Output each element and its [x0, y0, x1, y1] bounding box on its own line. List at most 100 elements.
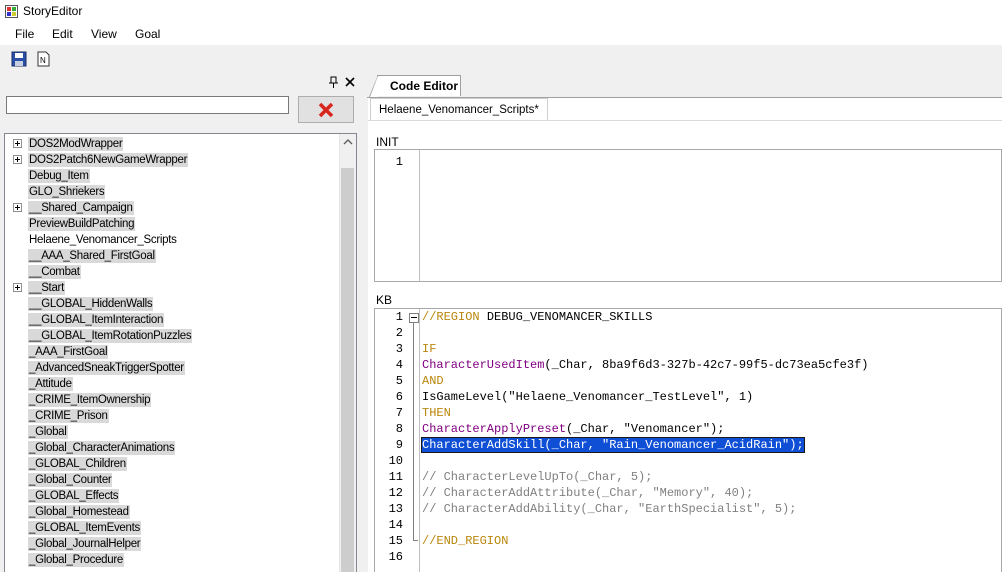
tree-item[interactable]: GLO_Shriekers [5, 184, 341, 200]
code-token: AND [422, 374, 444, 388]
document-tab[interactable]: Helaene_Venomancer_Scripts* [370, 98, 548, 121]
code-line[interactable]: // CharacterAddAbility(_Char, "EarthSpec… [422, 501, 796, 517]
code-token: //END_REGION [422, 534, 509, 548]
window-title: StoryEditor [23, 4, 83, 18]
code-token: // CharacterLevelUpTo(_Char, 5); [422, 470, 653, 484]
init-editor[interactable]: 1 [374, 149, 1002, 282]
tree-item[interactable]: _GLOBAL_ItemEvents [5, 520, 341, 536]
editor-area: Helaene_Venomancer_Scripts* INIT 1 KB 1 /… [368, 98, 1002, 572]
line-number: 6 [395, 390, 403, 404]
tree-item[interactable]: _Attitude [5, 376, 341, 392]
code-line[interactable]: CharacterApplyPreset(_Char, "Venomancer"… [422, 421, 724, 437]
pane-splitter[interactable] [364, 73, 367, 572]
code-line[interactable]: CharacterUsedItem(_Char, 8ba9f6d3-327b-4… [422, 357, 868, 373]
code-line[interactable]: // CharacterAddAttribute(_Char, "Memory"… [422, 485, 753, 501]
tree-item[interactable]: __GLOBAL_ItemInteraction [5, 312, 341, 328]
code-token: DEBUG_VENOMANCER_SKILLS [486, 310, 653, 324]
document-icon[interactable]: N [35, 51, 51, 67]
tree-item-label: _GLOBAL_Effects [28, 489, 120, 503]
line-number: 10 [388, 454, 403, 468]
tree-item-label: GLO_Shriekers [28, 185, 106, 199]
line-number: 8 [395, 422, 403, 436]
tree-item-label: _AdvancedSneakTriggerSpotter [28, 361, 185, 375]
kb-editor[interactable]: 1 //REGION DEBUG_VENOMANCER_SKILLS 2 3 IF 4 Ch… [374, 308, 1002, 572]
menu-view[interactable]: View [91, 27, 117, 41]
tree-item[interactable]: __Shared_Campaign [5, 200, 341, 216]
tree-item-label: __Start [28, 281, 65, 295]
expand-plus-icon[interactable] [13, 155, 22, 164]
tree-item-label: _GLOBAL_ItemEvents [28, 521, 141, 535]
expand-plus-icon[interactable] [13, 283, 22, 292]
line-number: 16 [388, 550, 403, 564]
tree-item-label: __GLOBAL_ItemRotationPuzzles [28, 329, 193, 343]
tree-item[interactable]: _Global_Homestead [5, 504, 341, 520]
line-number: 9 [395, 438, 403, 452]
tree-item-label: DOS2ModWrapper [28, 137, 124, 151]
code-line[interactable]: //REGION DEBUG_VENOMANCER_SKILLS [422, 309, 652, 325]
tree-item-label: _Global_Procedure [28, 553, 124, 567]
filter-input[interactable] [6, 96, 289, 114]
tree-item[interactable]: Helaene_Venomancer_Scripts [5, 232, 341, 248]
close-pane-icon[interactable] [343, 75, 357, 89]
expand-plus-icon[interactable] [13, 203, 22, 212]
tree-item[interactable]: _Global_Procedure [5, 552, 341, 568]
line-number: 2 [395, 326, 403, 340]
tree-item[interactable]: __Start [5, 280, 341, 296]
tree-item[interactable]: __GLOBAL_HiddenWalls [5, 296, 341, 312]
menu-file[interactable]: File [15, 27, 34, 41]
code-token: CharacterUsedItem [422, 358, 545, 372]
tree-item-label: _CRIME_Prison [28, 409, 109, 423]
menu-goal[interactable]: Goal [135, 27, 160, 41]
tree-item[interactable]: _Global_Counter [5, 472, 341, 488]
init-fold-margin [419, 150, 420, 281]
tree-scrollbar[interactable] [339, 134, 356, 572]
tree-item[interactable]: __Combat [5, 264, 341, 280]
tree-item[interactable]: _AAA_FirstGoal [5, 344, 341, 360]
tree-item[interactable]: _Global [5, 424, 341, 440]
tree-item[interactable]: PreviewBuildPatching [5, 216, 341, 232]
line-number: 3 [395, 342, 403, 356]
tree-item[interactable]: DOS2ModWrapper [5, 136, 341, 152]
code-line[interactable]: THEN [422, 405, 451, 421]
scroll-up-icon[interactable] [340, 134, 356, 151]
code-line[interactable]: IsGameLevel("Helaene_Venomancer_TestLeve… [422, 389, 753, 405]
tree-item[interactable]: _Global_CharacterAnimations [5, 440, 341, 456]
init-label: INIT [376, 135, 399, 149]
tree-item-label: __Combat [28, 265, 81, 279]
tree-item[interactable]: _AdvancedSneakTriggerSpotter [5, 360, 341, 376]
toolbar: N [0, 47, 1002, 72]
fold-collapse-icon[interactable] [409, 313, 419, 323]
menu-edit[interactable]: Edit [52, 27, 73, 41]
tree-item[interactable]: _CRIME_ItemOwnership [5, 392, 341, 408]
tab-code-editor-label: Code Editor [390, 79, 458, 93]
line-number: 1 [395, 310, 403, 324]
code-line[interactable]: // CharacterLevelUpTo(_Char, 5); [422, 469, 652, 485]
tree-item[interactable]: _GLOBAL_Effects [5, 488, 341, 504]
line-number: 5 [395, 374, 403, 388]
tree-item[interactable]: _GLOBAL_Children [5, 456, 341, 472]
title-bar: StoryEditor [0, 0, 1002, 24]
fold-end-marker [413, 540, 418, 541]
tree-item[interactable]: _CRIME_Prison [5, 408, 341, 424]
goal-tree[interactable]: DOS2ModWrapper DOS2Patch6NewGameWrapper De… [4, 133, 357, 572]
code-line[interactable]: IF [422, 341, 436, 357]
pin-icon[interactable] [327, 75, 341, 89]
code-line[interactable]: //END_REGION [422, 533, 508, 549]
code-line[interactable]: AND [422, 373, 444, 389]
scroll-thumb[interactable] [341, 168, 354, 572]
tree-item[interactable]: __GLOBAL_ItemRotationPuzzles [5, 328, 341, 344]
code-line[interactable]: CharacterAddSkill(_Char, "Rain_Venomance… [421, 437, 805, 453]
tree-item-label: _Global [28, 425, 68, 439]
tree-item[interactable]: __AAA_Shared_FirstGoal [5, 248, 341, 264]
tree-item[interactable]: Debug_Item [5, 168, 341, 184]
tree-item[interactable]: DOS2Patch6NewGameWrapper [5, 152, 341, 168]
tab-code-editor[interactable]: Code Editor [369, 75, 461, 97]
save-icon[interactable] [11, 51, 27, 67]
tree-item-label: __Shared_Campaign [28, 201, 134, 215]
tree-item-label: DOS2Patch6NewGameWrapper [28, 153, 189, 167]
expand-plus-icon[interactable] [13, 139, 22, 148]
tree-item[interactable]: _Global_JournalHelper [5, 536, 341, 552]
clear-filter-button[interactable] [298, 96, 354, 123]
tree-item-label: __AAA_Shared_FirstGoal [28, 249, 156, 263]
tree-item-label: PreviewBuildPatching [28, 217, 136, 231]
